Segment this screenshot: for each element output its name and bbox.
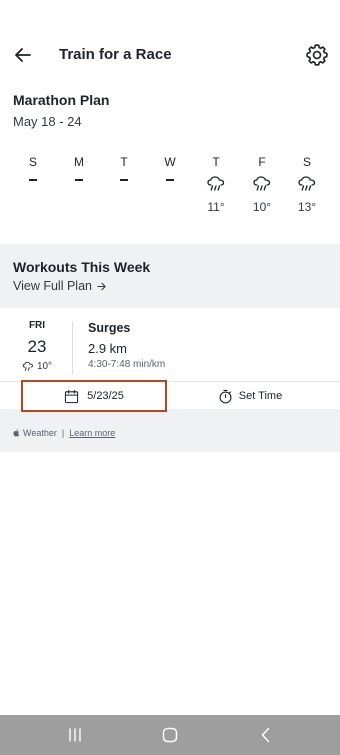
- stopwatch-icon: [219, 389, 232, 403]
- day-monday: M: [59, 154, 99, 181]
- day-letter: S: [28, 155, 37, 169]
- recent-apps-button[interactable]: [65, 725, 85, 745]
- workout-day-number: 23: [27, 337, 47, 356]
- workout-weather: 10°: [16, 361, 58, 372]
- workout-weather-temp: 10°: [36, 361, 53, 372]
- back-button[interactable]: [11, 43, 35, 67]
- set-time-button[interactable]: Set Time: [180, 382, 320, 410]
- workout-name: Surges: [88, 321, 131, 335]
- day-friday: F 10°: [242, 154, 282, 214]
- workout-card[interactable]: FRI 23 10° Surges 2.9 km 4:30-7:48 min/k…: [0, 308, 340, 412]
- weather-credit: Weather | Learn more: [13, 428, 115, 438]
- workout-pace: 4:30-7:48 min/km: [88, 359, 166, 370]
- no-forecast-dash: [75, 179, 83, 181]
- date-picker-label: 5/23/25: [87, 390, 124, 402]
- gear-icon: [306, 44, 328, 66]
- week-strip: S M T W T 11° F 10° S 13°: [0, 154, 340, 224]
- workout-distance: 2.9 km: [88, 341, 128, 356]
- rain-cloud-icon: [22, 361, 33, 371]
- page-title: Train for a Race: [59, 46, 172, 63]
- rain-cloud-icon: [206, 175, 226, 193]
- no-forecast-dash: [166, 179, 174, 181]
- date-picker-button[interactable]: 5/23/25: [21, 380, 167, 412]
- day-temperature: 11°: [207, 200, 225, 214]
- workout-day-of-week: FRI: [28, 320, 46, 331]
- day-temperature: 10°: [252, 200, 272, 214]
- set-time-label: Set Time: [238, 390, 283, 402]
- no-forecast-dash: [120, 179, 128, 181]
- day-letter: S: [302, 155, 311, 169]
- recent-apps-icon: [69, 728, 81, 742]
- rain-cloud-icon: [297, 175, 317, 193]
- app-header: Train for a Race: [0, 28, 340, 84]
- day-thursday: T 11°: [196, 154, 236, 214]
- weather-brand: Weather: [23, 428, 57, 438]
- day-wednesday: W: [150, 154, 190, 181]
- home-icon: [162, 727, 178, 743]
- card-divider: [72, 322, 73, 374]
- weather-credit-separator: |: [61, 428, 65, 438]
- day-temperature: 13°: [297, 200, 317, 214]
- calendar-icon: [65, 389, 79, 403]
- view-full-plan-label: View Full Plan: [13, 279, 92, 293]
- day-letter: F: [258, 155, 266, 169]
- workouts-title: Workouts This Week: [13, 259, 151, 275]
- day-letter: M: [74, 155, 84, 169]
- day-letter: T: [120, 155, 128, 169]
- learn-more-link[interactable]: Learn more: [69, 428, 115, 438]
- day-letter: T: [212, 155, 220, 169]
- arrow-right-icon: [97, 282, 106, 290]
- workout-date: FRI 23 10°: [16, 320, 58, 372]
- home-button[interactable]: [160, 725, 180, 745]
- day-sunday: S: [13, 154, 53, 181]
- day-tuesday: T: [104, 154, 144, 181]
- plan-dates: May 18 - 24: [13, 114, 82, 129]
- system-nav-bar: [0, 715, 340, 755]
- rain-cloud-icon: [252, 175, 272, 193]
- back-nav-button[interactable]: [256, 725, 276, 745]
- day-letter: W: [164, 155, 176, 169]
- chevron-left-icon: [261, 727, 270, 743]
- arrow-left-icon: [15, 48, 31, 62]
- apple-logo-icon: [13, 429, 20, 437]
- plan-title: Marathon Plan: [13, 92, 110, 108]
- settings-button[interactable]: [304, 42, 330, 68]
- view-full-plan-link[interactable]: View Full Plan: [13, 279, 107, 293]
- day-saturday: S 13°: [287, 154, 327, 214]
- no-forecast-dash: [29, 179, 37, 181]
